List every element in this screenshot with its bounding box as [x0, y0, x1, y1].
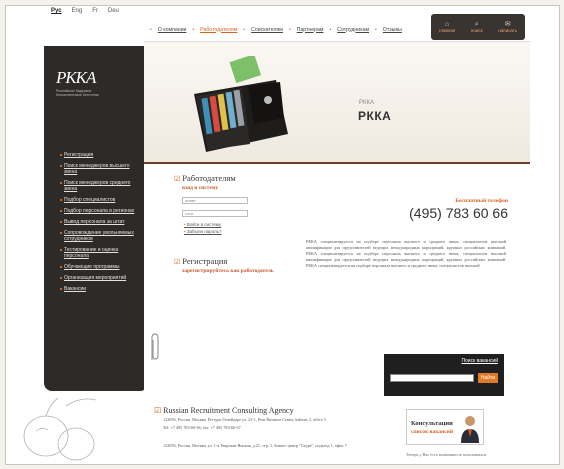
forgot-password-link[interactable]: Забыли пароль?: [184, 228, 284, 235]
logo-mark: РККА: [56, 68, 96, 87]
logo-tagline: Российское Кадровое Консалтинговое Агент…: [56, 89, 100, 97]
sidebar-item-regions[interactable]: Подбор персонала в регионах: [60, 208, 140, 214]
nav-staff[interactable]: Сотрудникам: [337, 27, 369, 33]
registration-subtitle: зарегистрируйтесь как работодатель: [182, 268, 274, 274]
consult-title: Консультации: [411, 420, 453, 427]
consultant-photo: [461, 416, 479, 443]
check-icon: ☑: [154, 406, 162, 415]
search-icon: ⌕: [474, 21, 479, 28]
language-switcher: Рус Eng Fr Deu: [51, 8, 119, 14]
consult-subtitle: список вакансий: [411, 429, 454, 435]
agency-info: ☑ Russian Recruitment Consulting Agency 1…: [154, 406, 394, 449]
employer-login-panel: ☑Работодателям вход в систему Войти в си…: [174, 173, 284, 275]
check-icon: ☑: [174, 258, 181, 266]
agency-address-2: 123056, Россия, Москва, ул. 1-я Тверская…: [163, 443, 347, 448]
sidebar-item-outstaffing[interactable]: Вывод персонала за штат: [60, 219, 140, 225]
fruit-sketch-image: [23, 397, 97, 461]
sidebar-item-vacancies[interactable]: Вакансии: [60, 286, 140, 292]
lang-fr[interactable]: Fr: [92, 8, 98, 14]
login-input[interactable]: [182, 197, 248, 204]
password-input[interactable]: [182, 210, 248, 217]
contact-panel: Бесплатный телефон (495) 783 60 66 РККА …: [306, 198, 516, 269]
login-link[interactable]: Войти в систему: [184, 221, 284, 228]
phone-number: (495) 783 60 66: [409, 205, 508, 221]
home-button[interactable]: ⌂ главная: [439, 21, 456, 33]
info-text: Теперь у Вас есть возможность пользовать…: [406, 452, 487, 457]
lang-de[interactable]: Deu: [108, 8, 119, 14]
sidebar-item-specialists[interactable]: Подбор специалистов: [60, 197, 140, 203]
lang-en[interactable]: Eng: [72, 8, 83, 14]
consult-banner[interactable]: Консультации список вакансий: [406, 409, 484, 445]
quick-tools: ⌂ главная ⌕ поиск ✉ написать: [431, 14, 525, 40]
vacancy-search-button[interactable]: Найти: [478, 373, 498, 383]
registration-heading[interactable]: ☑ Регистрация: [174, 257, 284, 267]
nav-reviews[interactable]: Отзывы: [383, 27, 402, 33]
employers-heading: ☑ Работодателям: [174, 173, 236, 184]
nav-partners[interactable]: Партнерам: [297, 27, 324, 33]
agency-name: ☑ Russian Recruitment Consulting Agency: [154, 406, 294, 415]
mail-icon: ✉: [504, 21, 511, 28]
vacancy-search: Поиск вакансий Найти: [384, 354, 504, 396]
vacancy-search-input[interactable]: [390, 374, 474, 382]
browser-frame: Рус Eng Fr Deu • О компании • Работодателя…: [5, 5, 560, 465]
about-text: РККА специализируется на подборе персона…: [306, 239, 506, 268]
sidebar: РККА Российское Кадровое Консалтинговое …: [44, 46, 148, 391]
paperclip-icon: [151, 333, 159, 360]
registration-block: ☑ Регистрация зарегистрируйтесь как работ…: [174, 257, 284, 275]
nav-employers[interactable]: Работодателям: [200, 27, 237, 33]
hero-banner: РККА РККА: [144, 42, 530, 166]
employers-subtitle: вход в систему: [182, 185, 219, 191]
lang-ru[interactable]: Рус: [51, 8, 62, 14]
nav-about[interactable]: О компании: [158, 27, 187, 33]
hero-title: РККА: [358, 109, 392, 123]
sidebar-item-assessment[interactable]: Тестирование и оценка персонала: [60, 247, 140, 259]
vacancy-search-label[interactable]: Поиск вакансий: [461, 358, 498, 364]
hotline-label: Бесплатный телефон: [455, 198, 508, 204]
agency-address-1: 123056, Россия, Москва, Регтуре Гемейдер…: [163, 417, 326, 422]
sidebar-item-middle-managers[interactable]: Поиск менеджеров среднего звена: [60, 180, 140, 192]
lower-section: Поиск вакансий Найти ☑ Russian Recruitmen…: [144, 354, 530, 464]
write-button[interactable]: ✉ написать: [498, 21, 517, 33]
logo[interactable]: РККА Российское Кадровое Консалтинговое …: [56, 68, 100, 97]
wallet-image: [194, 56, 288, 152]
sidebar-item-outplacement[interactable]: Сопровождение увольняемых сотрудников: [60, 230, 140, 242]
main-content: ☑Работодателям вход в систему Войти в си…: [144, 164, 530, 364]
sidebar-item-training[interactable]: Обучающие программы: [60, 264, 140, 270]
search-button[interactable]: ⌕ поиск: [471, 21, 483, 33]
check-icon: ☑: [174, 175, 181, 183]
login-links: Войти в систему Забыли пароль?: [184, 221, 284, 235]
sidebar-item-top-managers[interactable]: Поиск менеджеров высшего звена: [60, 163, 140, 175]
agency-phone: Tel: +7 495 783-60-66, fax: +7 495 783-6…: [163, 425, 241, 430]
sidebar-item-events[interactable]: Организация мероприятий: [60, 275, 140, 281]
nav-candidates[interactable]: Соискателям: [251, 27, 283, 33]
home-icon: ⌂: [444, 21, 450, 28]
sidebar-item-registration[interactable]: Регистрация: [60, 152, 140, 158]
sidebar-nav: Регистрация Поиск менеджеров высшего зве…: [60, 152, 140, 297]
hero-kicker: РККА: [359, 100, 374, 106]
